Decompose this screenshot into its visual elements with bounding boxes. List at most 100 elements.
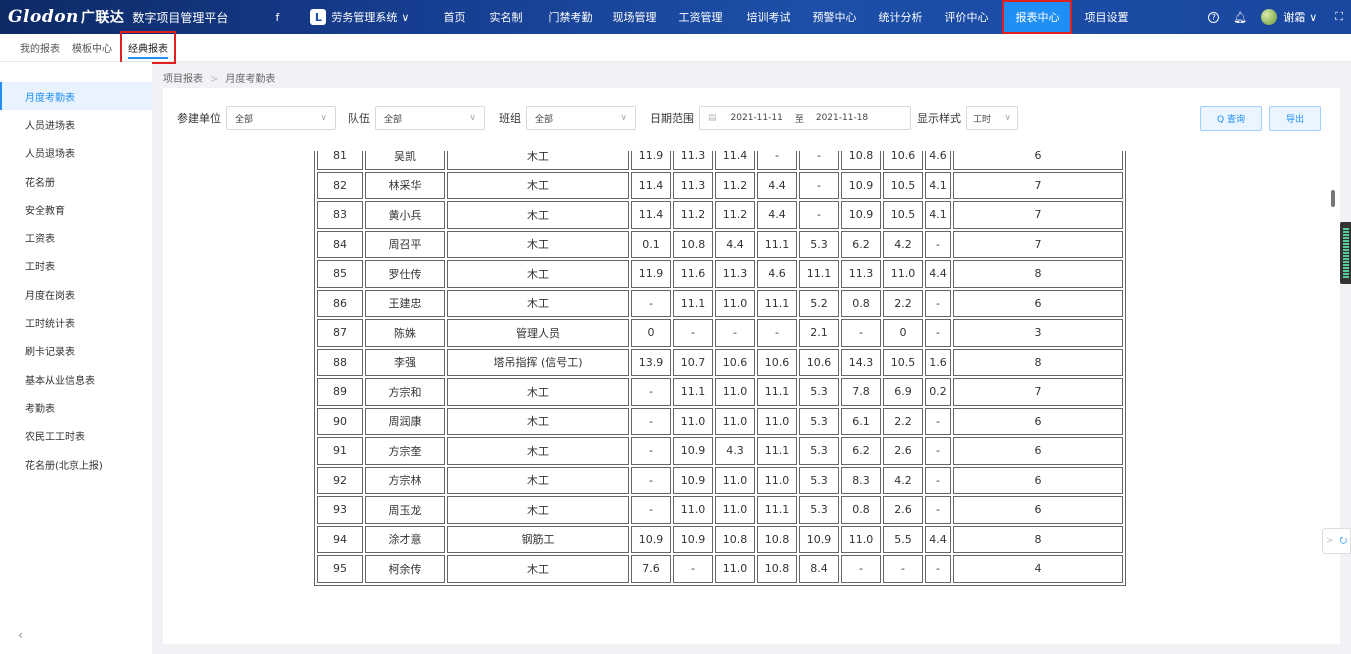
report-table-viewport[interactable]: 81 吴凯 木工 11.9 11.3 11.4- -10.8 10.6 4.6 6 82 林采华 木工 1… bbox=[314, 151, 1182, 593]
date-start[interactable]: 2021-11-11 bbox=[731, 113, 783, 123]
user-name[interactable]: 谢霜 bbox=[1283, 9, 1305, 25]
cell-day-2: 11.3 bbox=[673, 171, 713, 199]
sidebar-item-roster-beijing[interactable]: 花名册(北京上报) bbox=[0, 450, 152, 478]
cell-day-4: 10.8 bbox=[757, 555, 797, 583]
cell-attendance-days: 4 bbox=[953, 555, 1123, 583]
unit-select[interactable]: 全部 ∨ bbox=[226, 106, 336, 130]
cell-worker-name: 周玉龙 bbox=[365, 496, 445, 524]
nav-salary-management[interactable]: 工资管理 bbox=[666, 0, 732, 34]
sidebar-item-migrant-hours[interactable]: 农民工工时表 bbox=[0, 422, 152, 450]
cell-day-8: 1.6 bbox=[925, 348, 951, 376]
sidebar-item-card-records[interactable]: 刷卡记录表 bbox=[0, 337, 152, 365]
nav-access-attendance[interactable]: 门禁考勤 bbox=[532, 0, 602, 34]
table-row: 93 周玉龙 木工 -11.0 11.0 11.1 5.3 0.8 2.6-6 bbox=[317, 496, 1123, 524]
nav-report-center[interactable]: 报表中心 bbox=[1002, 0, 1073, 34]
side-volume-widget[interactable] bbox=[1340, 222, 1351, 284]
cell-day-7: 10.5 bbox=[883, 201, 923, 229]
cell-worker-name: 方宗林 bbox=[365, 466, 445, 494]
nav-real-name[interactable]: 实名制 bbox=[475, 0, 532, 34]
cell-work-type: 木工 bbox=[447, 407, 629, 435]
chevron-right-icon: > bbox=[1325, 536, 1334, 546]
cell-row-number: 93 bbox=[317, 496, 363, 524]
cell-row-number: 90 bbox=[317, 407, 363, 435]
cell-day-3: 11.0 bbox=[715, 289, 755, 317]
cell-day-8: 4.1 bbox=[925, 171, 951, 199]
tab-template-center[interactable]: 模板中心 bbox=[72, 40, 112, 55]
system-switcher[interactable]: L 劳务管理系统 ∨ bbox=[310, 9, 409, 25]
vertical-scrollbar-thumb[interactable] bbox=[1331, 190, 1335, 207]
cell-work-type: 木工 bbox=[447, 171, 629, 199]
cell-day-6: 10.8 bbox=[841, 151, 881, 170]
cell-day-4: 10.8 bbox=[757, 525, 797, 553]
help-icon[interactable]: ? bbox=[1208, 11, 1220, 23]
floating-service-button[interactable]: > ⭮ bbox=[1322, 528, 1351, 554]
date-range-label: 日期范围 bbox=[650, 112, 694, 125]
breadcrumb-root[interactable]: 项目报表 bbox=[163, 74, 203, 85]
date-end[interactable]: 2021-11-18 bbox=[816, 113, 868, 123]
cell-day-8: 4.1 bbox=[925, 201, 951, 229]
nav-statistics[interactable]: 统计分析 bbox=[866, 0, 932, 34]
cell-day-1: 0 bbox=[631, 319, 671, 347]
sidebar-item-monthly-on-duty[interactable]: 月度在岗表 bbox=[0, 280, 152, 308]
sidebar-item-monthly-attendance[interactable]: 月度考勤表 bbox=[0, 82, 152, 111]
cell-attendance-days: 3 bbox=[953, 319, 1123, 347]
display-style-select[interactable]: 工时 ∨ bbox=[966, 106, 1018, 130]
sidebar-item-work-hours[interactable]: 工时表 bbox=[0, 252, 152, 280]
cell-day-5: 8.4 bbox=[799, 555, 839, 583]
glodon-logo: Glodon bbox=[8, 7, 79, 27]
date-range-picker[interactable]: ▤ 2021-11-11 至 2021-11-18 bbox=[699, 106, 911, 130]
table-row: 81 吴凯 木工 11.9 11.3 11.4- -10.8 10.6 4.6 6 bbox=[317, 151, 1123, 170]
cell-row-number: 84 bbox=[317, 230, 363, 258]
cell-attendance-days: 7 bbox=[953, 378, 1123, 406]
nav-site-management[interactable]: 现场管理 bbox=[602, 0, 666, 34]
team-select[interactable]: 全部 ∨ bbox=[375, 106, 485, 130]
nav-evaluation-center[interactable]: 评价中心 bbox=[932, 0, 998, 34]
tab-my-reports[interactable]: 我的报表 bbox=[20, 40, 60, 55]
sidebar-item-entry-list[interactable]: 人员进场表 bbox=[0, 110, 152, 138]
cell-day-7: 10.6 bbox=[883, 151, 923, 170]
nav-home[interactable]: 首页 bbox=[427, 0, 475, 34]
sidebar-item-exit-list[interactable]: 人员退场表 bbox=[0, 139, 152, 167]
tab-classic-reports[interactable]: 经典报表 bbox=[120, 31, 176, 64]
cell-day-1: 11.4 bbox=[631, 201, 671, 229]
nav-project-settings[interactable]: 项目设置 bbox=[1072, 0, 1138, 34]
cell-day-4: 4.4 bbox=[757, 201, 797, 229]
team-value: 全部 bbox=[384, 114, 403, 125]
cell-attendance-days: 8 bbox=[953, 525, 1123, 553]
cell-day-5: 5.2 bbox=[799, 289, 839, 317]
chevron-down-icon: ∨ bbox=[469, 113, 476, 123]
cell-day-6: 11.0 bbox=[841, 525, 881, 553]
cell-day-8: 0.2 bbox=[925, 378, 951, 406]
query-button[interactable]: Q 查询 bbox=[1200, 106, 1262, 131]
chevron-down-icon[interactable]: ∨ bbox=[1309, 11, 1317, 24]
cell-day-7: 2.6 bbox=[883, 437, 923, 465]
table-row: 86 王建忠 木工 -11.1 11.0 11.1 5.2 0.8 2.2-6 bbox=[317, 289, 1123, 317]
cell-attendance-days: 7 bbox=[953, 171, 1123, 199]
bell-icon[interactable]: 🔔︎ bbox=[1233, 11, 1247, 24]
group-select[interactable]: 全部 ∨ bbox=[526, 106, 636, 130]
display-style-label: 显示样式 bbox=[917, 112, 961, 125]
sidebar-item-employment-info[interactable]: 基本从业信息表 bbox=[0, 365, 152, 393]
cell-attendance-days: 8 bbox=[953, 348, 1123, 376]
nav-warning-center[interactable]: 预警中心 bbox=[800, 0, 866, 34]
avatar[interactable] bbox=[1261, 9, 1278, 25]
fullscreen-icon[interactable]: ⛶ bbox=[1335, 10, 1343, 24]
cell-row-number: 83 bbox=[317, 201, 363, 229]
sidebar-item-attendance[interactable]: 考勤表 bbox=[0, 393, 152, 421]
collapse-sidebar-icon[interactable]: ‹ bbox=[18, 628, 23, 642]
cell-worker-name: 柯余传 bbox=[365, 555, 445, 583]
sidebar-item-payroll[interactable]: 工资表 bbox=[0, 223, 152, 251]
cell-attendance-days: 7 bbox=[953, 230, 1123, 258]
nav-training-exam[interactable]: 培训考试 bbox=[732, 0, 800, 34]
org-switch-icon[interactable]: 𝖿 bbox=[270, 11, 284, 24]
export-button[interactable]: 导出 bbox=[1269, 106, 1321, 131]
sidebar-item-hours-statistics[interactable]: 工时统计表 bbox=[0, 308, 152, 336]
cell-attendance-days: 6 bbox=[953, 151, 1123, 170]
cell-day-8: 4.4 bbox=[925, 525, 951, 553]
cell-day-4: 11.1 bbox=[757, 289, 797, 317]
sidebar-item-roster[interactable]: 花名册 bbox=[0, 167, 152, 195]
team-label: 队伍 bbox=[348, 112, 370, 125]
cell-work-type: 钢筋工 bbox=[447, 525, 629, 553]
sidebar-item-safety-education[interactable]: 安全教育 bbox=[0, 195, 152, 223]
cell-day-7: 11.0 bbox=[883, 260, 923, 288]
